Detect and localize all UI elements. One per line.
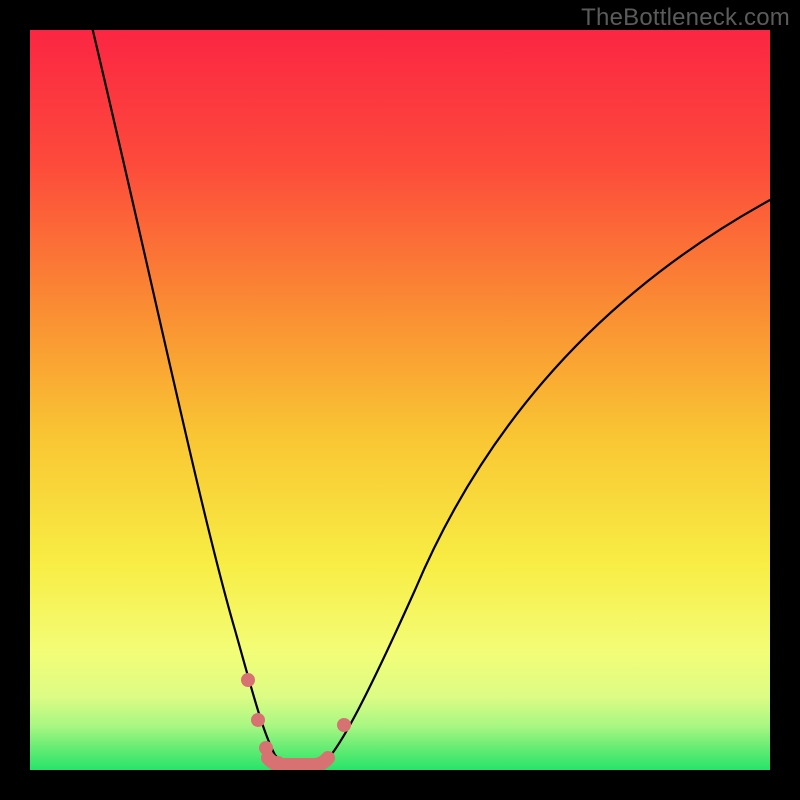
curve-marker (241, 673, 255, 687)
gradient-background (30, 30, 770, 770)
curve-marker (259, 741, 273, 755)
chart-frame: TheBottleneck.com (0, 0, 800, 800)
curve-marker (319, 753, 333, 767)
bottleneck-plot (30, 30, 770, 770)
watermark-text: TheBottleneck.com (581, 4, 790, 32)
curve-marker (251, 713, 265, 727)
curve-marker (271, 756, 285, 770)
curve-marker (337, 718, 351, 732)
